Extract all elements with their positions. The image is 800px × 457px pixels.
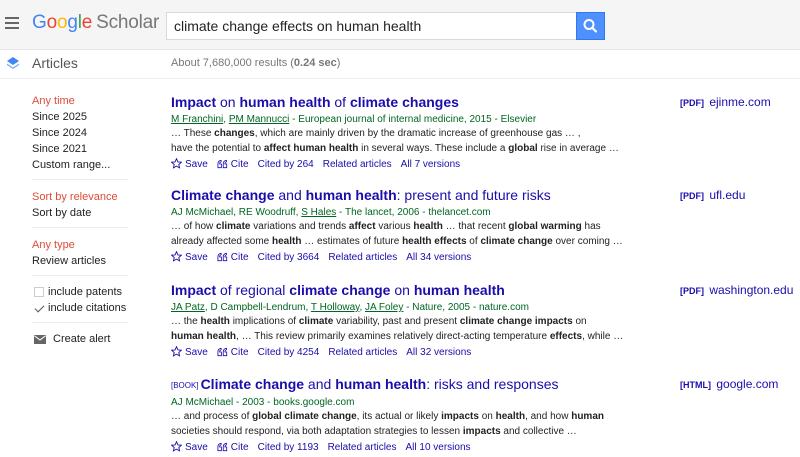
all-versions-link[interactable]: All 10 versions [405, 441, 470, 455]
include-patents-label[interactable]: include patents [48, 286, 122, 298]
divider [0, 78, 800, 79]
fulltext-format-tag: [PDF] [680, 98, 704, 108]
filter-any-type[interactable]: Any type [32, 239, 75, 251]
star-icon [170, 157, 183, 169]
cited-by-link[interactable]: Cited by 3664 [258, 251, 320, 265]
filter-since-2024[interactable]: Since 2024 [32, 127, 87, 139]
filter-custom-range[interactable]: Custom range... [32, 159, 110, 171]
include-patents-checkbox[interactable] [34, 287, 44, 297]
result-snippet-line: human health, … This review primarily ex… [171, 331, 624, 342]
quote-icon [217, 252, 227, 262]
cited-by-link[interactable]: Cited by 4254 [258, 346, 320, 360]
envelope-icon [34, 335, 46, 344]
sort-by-date[interactable]: Sort by date [32, 207, 91, 219]
result-title-text: Impact on human health of climate change… [171, 94, 459, 110]
save-button[interactable]: Save [170, 250, 208, 265]
search-input[interactable] [166, 12, 577, 40]
result-snippet-line: … of how climate variations and trends a… [171, 221, 601, 232]
cited-by-link[interactable]: Cited by 264 [258, 158, 314, 172]
fulltext-source-link[interactable]: [HTML] google.com [680, 377, 778, 391]
articles-icon [7, 57, 19, 69]
fulltext-domain: ejinme.com [709, 95, 771, 109]
result-authors: AJ McMichael - 2003 - books.google.com [171, 397, 355, 408]
filter-any-time[interactable]: Any time [32, 95, 75, 107]
star-icon [170, 440, 183, 452]
articles-section-label: Articles [32, 55, 78, 71]
star-icon [170, 250, 183, 262]
quote-icon [217, 347, 227, 357]
include-citations-label[interactable]: include citations [48, 302, 126, 314]
result-title-text: Impact of regional climate change on hum… [171, 282, 505, 298]
fulltext-source-link[interactable]: [PDF] ufl.edu [680, 188, 745, 202]
result-snippet-line: … These changes, which are mainly driven… [171, 128, 581, 139]
save-button[interactable]: Save [170, 345, 208, 360]
result-actions: Save Cite Cited by 1193 Related articles All… [170, 440, 791, 455]
result-type-tag: [BOOK] [171, 381, 199, 390]
create-alert-link[interactable]: Create alert [53, 333, 110, 345]
all-versions-link[interactable]: All 32 versions [406, 346, 471, 360]
filter-since-2025[interactable]: Since 2025 [32, 111, 87, 123]
sort-by-relevance[interactable]: Sort by relevance [32, 191, 118, 203]
include-citations-checkbox[interactable] [34, 303, 44, 313]
fulltext-format-tag: [PDF] [680, 286, 704, 296]
result-snippet-line: … the health implications of climate var… [171, 316, 587, 327]
sidebar-divider [32, 227, 128, 228]
result-snippet-line: societies should respond, via both adapt… [171, 426, 577, 437]
result-title-text: Climate change and human health: risks a… [200, 376, 559, 392]
result-actions: Save Cite Cited by 3664 Related articles All… [170, 250, 791, 265]
google-scholar-logo[interactable]: Google Scholar [32, 12, 159, 34]
related-articles-link[interactable]: Related articles [328, 346, 397, 360]
save-button[interactable]: Save [170, 157, 208, 172]
quote-icon [217, 159, 227, 169]
top-header: Google Scholar [0, 0, 800, 50]
fulltext-source-link[interactable]: [PDF] ejinme.com [680, 95, 771, 109]
related-articles-link[interactable]: Related articles [328, 251, 397, 265]
cite-button[interactable]: Cite [217, 251, 249, 265]
save-button[interactable]: Save [170, 440, 208, 455]
related-articles-link[interactable]: Related articles [323, 158, 392, 172]
cite-button[interactable]: Cite [217, 441, 249, 455]
related-articles-link[interactable]: Related articles [328, 441, 397, 455]
result-actions: Save Cite Cited by 264 Related articles All … [170, 157, 791, 172]
star-icon [170, 345, 183, 357]
cite-button[interactable]: Cite [217, 346, 249, 360]
cite-button[interactable]: Cite [217, 158, 249, 172]
result-snippet-line: already affected some health … estimates… [171, 236, 623, 247]
hamburger-menu-icon[interactable] [5, 17, 19, 29]
results-count: About 7,680,000 results (0.24 sec) [171, 57, 341, 69]
filter-review-articles[interactable]: Review articles [32, 255, 106, 267]
sidebar-divider [32, 179, 128, 180]
result-authors: M Franchini, PM Mannucci - European jour… [171, 114, 537, 125]
search-button[interactable] [576, 12, 605, 40]
fulltext-domain: ufl.edu [709, 188, 746, 202]
filter-since-2021[interactable]: Since 2021 [32, 143, 87, 155]
sidebar-divider [32, 322, 128, 323]
result-actions: Save Cite Cited by 4254 Related articles All… [170, 345, 791, 360]
quote-icon [217, 442, 227, 452]
all-versions-link[interactable]: All 7 versions [401, 158, 460, 172]
sidebar-divider [32, 275, 128, 276]
result-snippet-line: have the potential to affect human healt… [171, 143, 619, 154]
result-title-text: Climate change and human health: present… [171, 187, 551, 203]
cited-by-link[interactable]: Cited by 1193 [258, 441, 319, 455]
fulltext-source-link[interactable]: [PDF] washington.edu [680, 283, 793, 297]
fulltext-domain: google.com [716, 377, 779, 391]
all-versions-link[interactable]: All 34 versions [406, 251, 471, 265]
result-snippet-line: … and process of global climate change, … [171, 411, 604, 422]
search-icon [583, 19, 598, 33]
result-authors: AJ McMichael, RE Woodruff, S Hales - The… [171, 207, 491, 218]
fulltext-format-tag: [PDF] [680, 191, 704, 201]
fulltext-format-tag: [HTML] [680, 380, 711, 390]
fulltext-domain: washington.edu [709, 283, 794, 297]
result-authors: JA Patz, D Campbell-Lendrum, T Holloway,… [171, 302, 529, 313]
